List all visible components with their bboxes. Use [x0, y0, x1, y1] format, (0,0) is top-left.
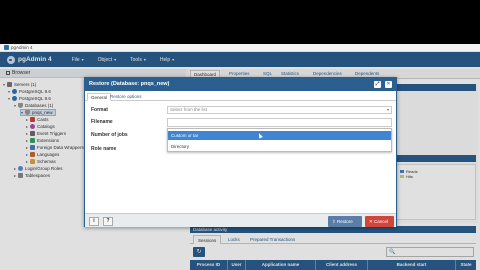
app-icon [4, 45, 9, 50]
restore-button[interactable]: ⇪ Restore [328, 216, 362, 227]
dialog-tabbar: General Restore options [85, 92, 396, 101]
help-button[interactable]: ? [103, 217, 113, 226]
info-button[interactable]: i [89, 217, 99, 226]
restore-dialog: Restore (Database: pnqs_new) ⤢ ✕ General… [84, 77, 397, 227]
tab-restore-options[interactable]: Restore options [107, 93, 145, 101]
cancel-button[interactable]: ✕ Cancel [365, 216, 394, 227]
filename-input[interactable] [167, 118, 392, 127]
maximize-icon[interactable]: ⤢ [374, 81, 381, 88]
chevron-down-icon: ▾ [386, 107, 389, 112]
format-dropdown-list: Custom or tar Directory [167, 128, 392, 152]
dialog-footer: i ? ⇪ Restore ✕ Cancel [85, 213, 396, 227]
dialog-title: Restore (Database: pnqs_new) [89, 81, 170, 87]
filename-label: Filename [91, 119, 113, 125]
format-select[interactable]: Select from the list ▾ [167, 106, 392, 114]
option-directory[interactable]: Directory [168, 142, 391, 151]
top-black-band [0, 0, 480, 44]
close-icon[interactable]: ✕ [385, 81, 392, 88]
jobs-label: Number of jobs [91, 132, 128, 138]
format-label: Format [91, 107, 108, 113]
role-label: Role name [91, 146, 117, 152]
option-custom-or-tar[interactable]: Custom or tar [168, 131, 391, 140]
dialog-titlebar: Restore (Database: pnqs_new) ⤢ ✕ [85, 78, 396, 91]
window-title: pgAdmin 4 [11, 45, 33, 50]
window-titlebar: pgAdmin 4 [0, 44, 480, 52]
